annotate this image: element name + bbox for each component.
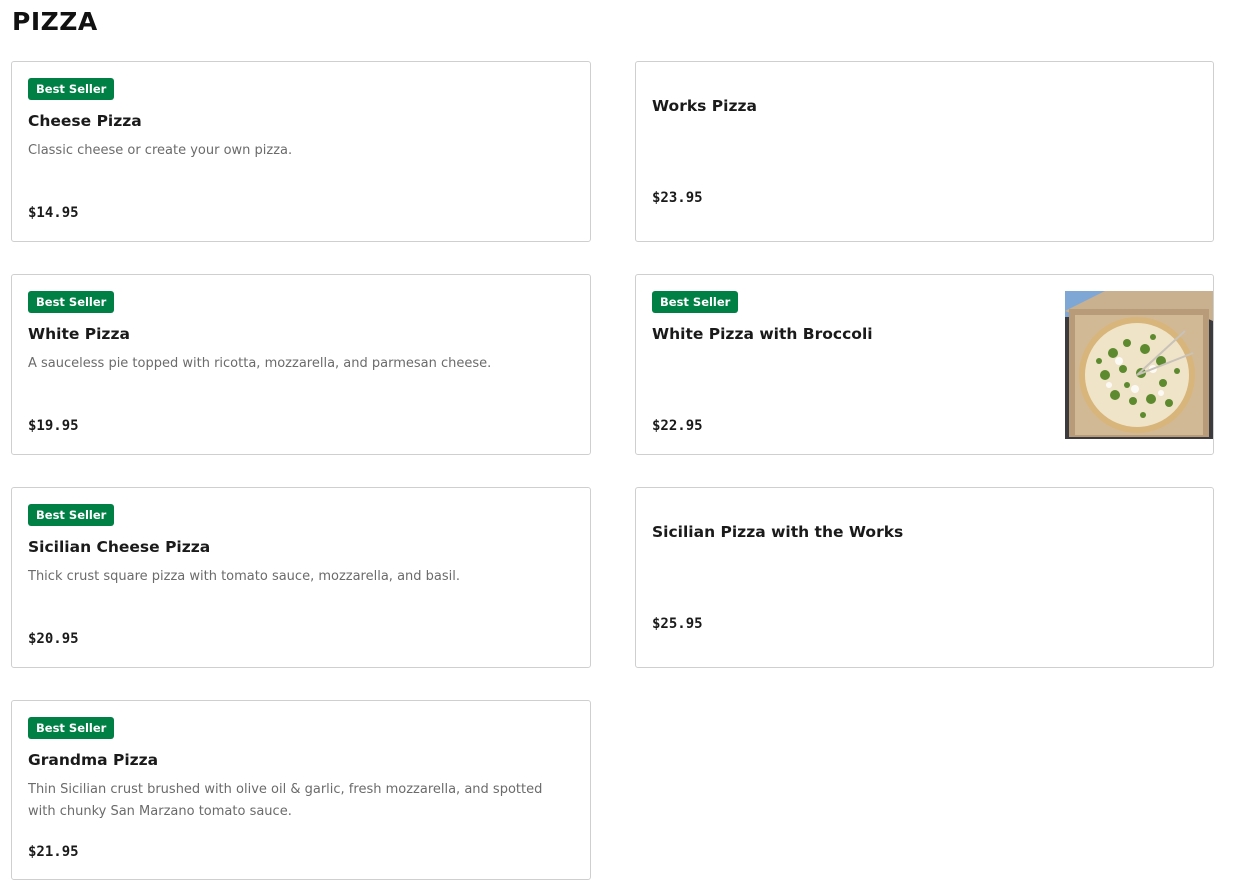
best-seller-badge: Best Seller: [28, 291, 115, 313]
item-name: White Pizza: [28, 325, 130, 343]
menu-item-card[interactable]: Best Seller Cheese Pizza Classic cheese …: [11, 61, 591, 242]
best-seller-badge: Best Seller: [652, 291, 739, 313]
item-price: $22.95: [652, 418, 703, 434]
item-name: Grandma Pizza: [28, 751, 159, 769]
menu-item-card[interactable]: Best Seller Grandma Pizza Thin Sicilian …: [11, 700, 591, 880]
best-seller-badge: Best Seller: [28, 717, 115, 739]
best-seller-badge: Best Seller: [28, 78, 115, 100]
item-name: Works Pizza: [652, 97, 757, 115]
item-description: A sauceless pie topped with ricotta, moz…: [28, 356, 492, 371]
section-title: PIZZA: [12, 7, 98, 36]
item-name: White Pizza with Broccoli: [652, 325, 873, 343]
item-price: $21.95: [28, 844, 79, 860]
pizza-photo: [1065, 291, 1213, 439]
menu-item-card[interactable]: Sicilian Pizza with the Works $25.95: [635, 487, 1214, 668]
best-seller-badge: Best Seller: [28, 504, 115, 526]
item-name: Sicilian Pizza with the Works: [652, 523, 904, 541]
item-name: Cheese Pizza: [28, 112, 142, 130]
menu-item-card[interactable]: Best Seller White Pizza with Broccoli $2…: [635, 274, 1214, 455]
item-price: $23.95: [652, 190, 703, 206]
item-description: Thin Sicilian crust brushed with olive o…: [28, 782, 543, 819]
item-name: Sicilian Cheese Pizza: [28, 538, 211, 556]
item-price: $19.95: [28, 418, 79, 434]
item-price: $14.95: [28, 205, 79, 221]
menu-item-card[interactable]: Best Seller White Pizza A sauceless pie …: [11, 274, 591, 455]
menu-item-card[interactable]: Works Pizza $23.95: [635, 61, 1214, 242]
item-description: Thick crust square pizza with tomato sau…: [28, 569, 461, 584]
item-price: $25.95: [652, 616, 703, 632]
menu-item-card[interactable]: Best Seller Sicilian Cheese Pizza Thick …: [11, 487, 591, 668]
item-price: $20.95: [28, 631, 79, 647]
item-description: Classic cheese or create your own pizza.: [28, 143, 293, 158]
